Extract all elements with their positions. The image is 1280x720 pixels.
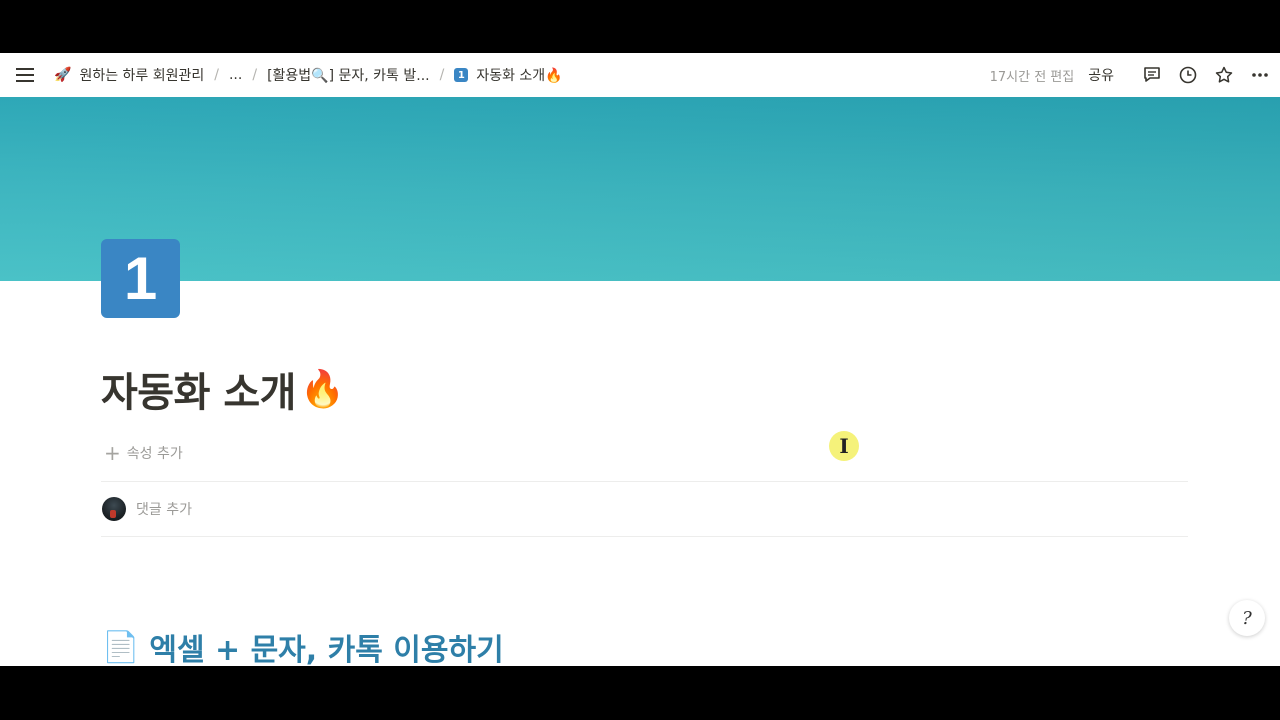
number-one-icon: 1 [454, 68, 469, 82]
section-heading-text: 엑셀 + 문자, 카톡 이용하기 [149, 633, 504, 666]
page-title[interactable]: 자동화 소개 🔥 [101, 360, 345, 418]
last-edited-text: 17시간 전 편집 [989, 69, 1075, 85]
avatar [102, 497, 126, 521]
topbar: 🚀 원하는 하루 회원관리 / ... / [활용법🔍] 문자, 카톡 발...… [0, 53, 1280, 97]
more-icon[interactable] [1248, 63, 1272, 87]
breadcrumb-current[interactable]: 1 자동화 소개🔥 [450, 63, 566, 87]
add-property-button[interactable]: + 속성 추가 [104, 443, 183, 463]
rocket-icon: 🚀 [54, 67, 72, 83]
add-comment-label: 댓글 추가 [136, 502, 192, 518]
divider [101, 481, 1188, 482]
comment-icon[interactable] [1140, 63, 1164, 87]
breadcrumb-separator: / [214, 67, 219, 83]
breadcrumb-workspace[interactable]: 🚀 원하는 하루 회원관리 [50, 63, 208, 87]
share-button[interactable]: 공유 [1088, 65, 1114, 85]
breadcrumb-label: [활용법🔍] 문자, 카톡 발... [267, 68, 430, 84]
topbar-tools: 17시간 전 편집 공유 [990, 63, 1272, 87]
help-button[interactable]: ? [1229, 600, 1265, 636]
clock-icon[interactable] [1176, 63, 1200, 87]
breadcrumb-separator: / [439, 67, 445, 83]
breadcrumb: 🚀 원하는 하루 회원관리 / ... / [활용법🔍] 문자, 카톡 발...… [50, 63, 567, 87]
star-icon[interactable] [1212, 63, 1236, 87]
breadcrumb-parent[interactable]: [활용법🔍] 문자, 카톡 발... [263, 63, 434, 87]
breadcrumb-ellipsis[interactable]: ... [225, 65, 246, 85]
breadcrumb-separator: / [252, 67, 258, 83]
divider [101, 536, 1188, 537]
add-property-label: 속성 추가 [126, 446, 183, 462]
document-icon: 📄 [102, 629, 140, 665]
page-icon[interactable]: 1 [101, 239, 180, 318]
section-heading[interactable]: 📄 엑셀 + 문자, 카톡 이용하기 [102, 625, 504, 667]
notion-page-viewport: 🚀 원하는 하루 회원관리 / ... / [활용법🔍] 문자, 카톡 발...… [0, 53, 1280, 666]
breadcrumb-label: 자동화 소개🔥 [476, 68, 563, 84]
plus-icon: + [104, 441, 121, 465]
breadcrumb-label: 원하는 하루 회원관리 [79, 68, 205, 84]
fire-icon: 🔥 [299, 369, 345, 410]
add-comment-button[interactable]: 댓글 추가 [102, 497, 192, 521]
breadcrumb-label: ... [228, 67, 243, 83]
page-title-text: 자동화 소개 [101, 370, 296, 416]
text-cursor-icon: I [829, 431, 859, 461]
page-cover[interactable] [0, 97, 1280, 281]
menu-icon[interactable] [12, 62, 38, 88]
